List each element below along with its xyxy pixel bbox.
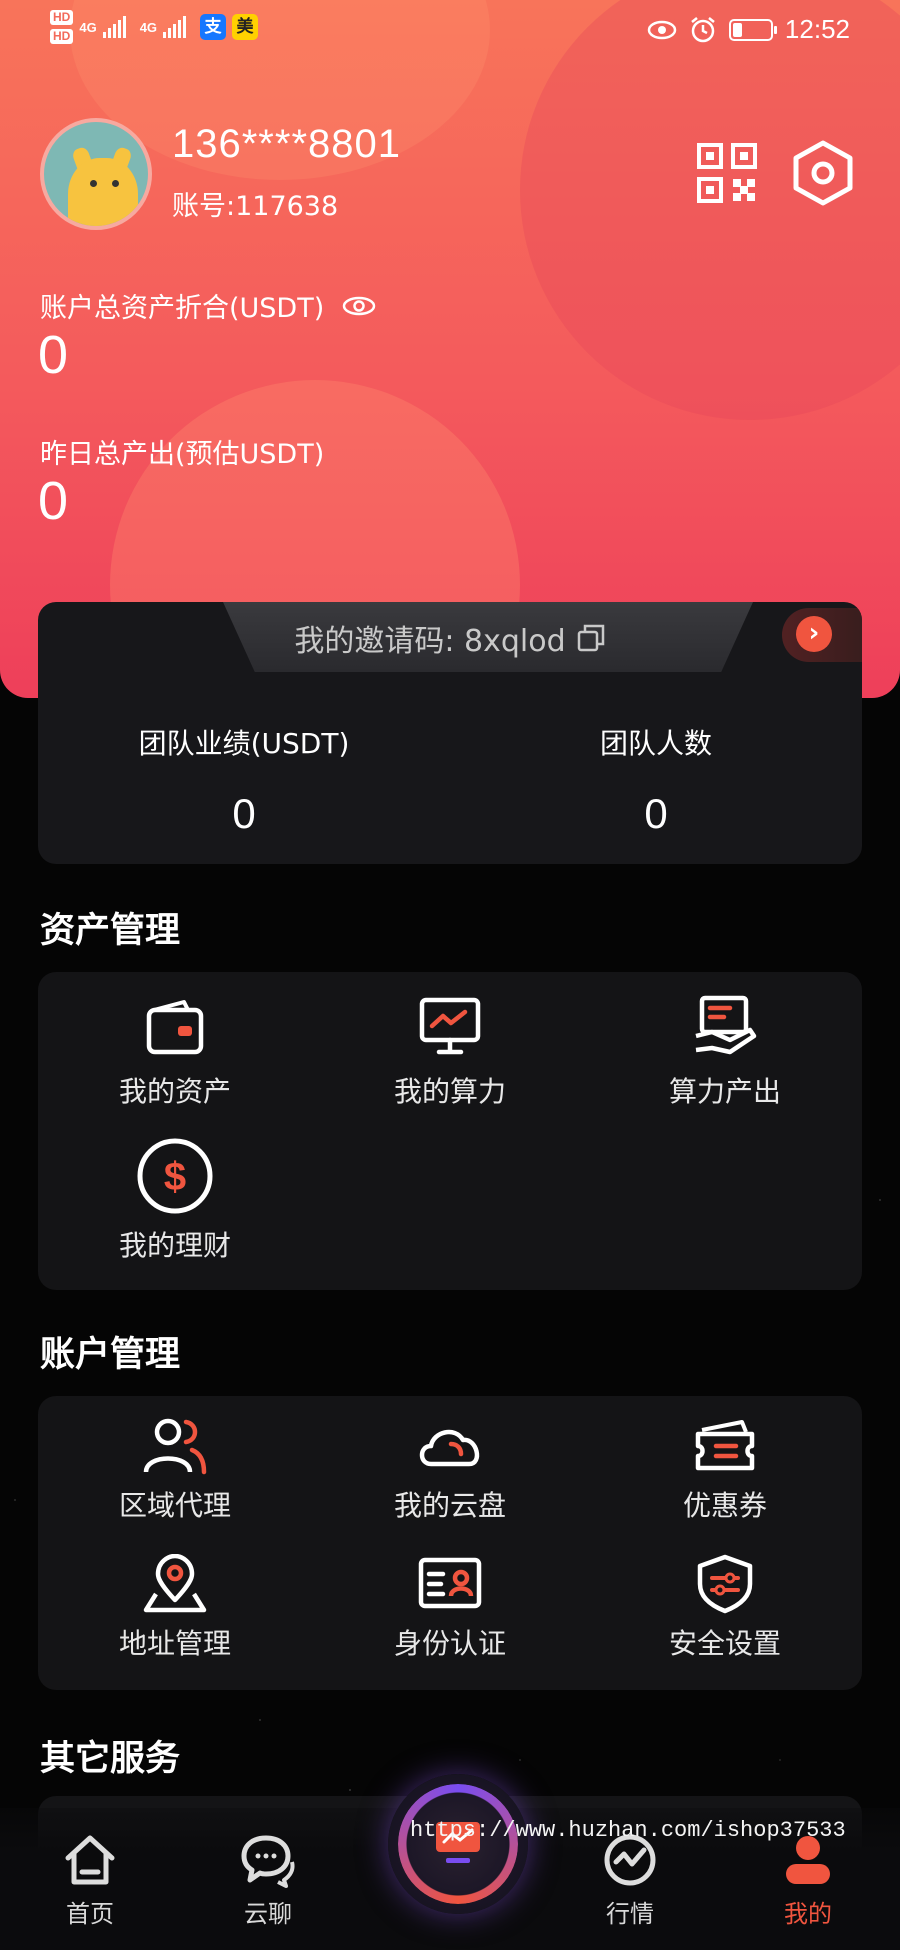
- nav-home-label: 首页: [66, 1900, 114, 1928]
- meituan-icon: 美: [232, 14, 259, 40]
- id-card-icon: [418, 1557, 482, 1609]
- my-hashrate-label: 我的算力: [393, 1075, 506, 1108]
- nav-home[interactable]: 首页: [30, 1832, 150, 1929]
- chat-icon: [241, 1835, 295, 1888]
- nav-chat-label: 云聊: [244, 1900, 292, 1928]
- regional-agent-label: 区域代理: [118, 1489, 231, 1522]
- yesterday-output-label: 昨日总产出(预估USDT): [40, 439, 325, 470]
- alarm-icon: [691, 16, 715, 42]
- my-cloud-drive-item[interactable]: 我的云盘: [313, 1416, 587, 1524]
- shield-icon: [697, 1554, 753, 1614]
- monitor-chart-icon: [419, 997, 481, 1055]
- nav-profile-label: 我的: [784, 1900, 832, 1928]
- wallet-icon: [146, 1000, 204, 1055]
- eye-icon: [647, 20, 677, 39]
- identity-verification-label: 身份认证: [393, 1627, 506, 1660]
- total-assets-label-row: 账户总资产折合(USDT): [40, 286, 376, 325]
- other-services-title: 其它服务: [40, 1739, 181, 1779]
- my-finance-label: 我的理财: [118, 1229, 231, 1262]
- my-hashrate-item[interactable]: 我的算力: [313, 992, 587, 1110]
- my-cloud-drive-label: 我的云盘: [393, 1489, 506, 1522]
- hd-badge: HD: [50, 10, 74, 25]
- my-assets-label: 我的资产: [118, 1075, 231, 1108]
- battery-icon: [728, 18, 777, 41]
- users-icon: [143, 1418, 207, 1475]
- network-type: 4G: [139, 19, 158, 35]
- signal-icon: [102, 16, 126, 38]
- nav-market-label: 行情: [606, 1900, 654, 1928]
- invite-arrow-button[interactable]: ›: [782, 608, 862, 662]
- identity-verification-item[interactable]: 身份认证: [313, 1554, 587, 1662]
- status-bar: HD HD 4G 4G 支 美 12:52: [0, 0, 900, 66]
- qr-code-icon[interactable]: [697, 143, 757, 203]
- security-settings-item[interactable]: 安全设置: [588, 1554, 862, 1662]
- yesterday-output-value: 0: [38, 471, 69, 531]
- my-assets-item[interactable]: 我的资产: [38, 992, 312, 1110]
- team-performance: 团队业绩(USDT) 0: [38, 722, 450, 838]
- copy-icon[interactable]: [576, 623, 606, 653]
- coupon-label: 优惠券: [682, 1489, 767, 1522]
- hashrate-output-label: 算力产出: [668, 1075, 781, 1108]
- chevron-right-icon: ›: [796, 616, 832, 652]
- nav-chat[interactable]: 云聊: [208, 1832, 328, 1929]
- team-members: 团队人数 0: [450, 722, 862, 838]
- coupon-icon: [695, 1420, 755, 1471]
- network-type: 4G: [79, 19, 97, 35]
- hashrate-output-item[interactable]: 算力产出: [588, 992, 862, 1110]
- invite-code-row[interactable]: 我的邀请码: 8xqlod: [38, 616, 862, 660]
- home-icon: [65, 1835, 115, 1885]
- total-assets-label: 账户总资产折合(USDT): [40, 293, 325, 324]
- nav-center-button[interactable]: [388, 1774, 528, 1914]
- dollar-circle-icon: $: [137, 1138, 213, 1214]
- account-management-title: 账户管理: [40, 1335, 181, 1375]
- signal-icon: [163, 16, 187, 38]
- security-settings-label: 安全设置: [668, 1627, 781, 1660]
- profile-header: [0, 0, 900, 698]
- alipay-icon: 支: [200, 14, 227, 40]
- nav-market[interactable]: 行情: [570, 1832, 690, 1929]
- asset-management-card: 我的资产 我的算力 算力产出 $ 我的理财: [38, 972, 862, 1290]
- account-id: 账号:117638: [172, 191, 339, 222]
- team-members-value: 0: [644, 790, 668, 837]
- phone-number: 136****8801: [172, 122, 401, 166]
- cloud-icon: [419, 1429, 480, 1467]
- regional-agent-item[interactable]: 区域代理: [38, 1416, 312, 1524]
- address-management-label: 地址管理: [118, 1627, 231, 1660]
- location-pin-icon: [143, 1554, 207, 1613]
- team-performance-label: 团队业绩(USDT): [138, 727, 350, 760]
- clock: 12:52: [784, 14, 850, 44]
- total-assets-value: 0: [38, 325, 69, 385]
- settings-icon[interactable]: [792, 140, 854, 206]
- team-members-label: 团队人数: [599, 727, 712, 760]
- nav-profile[interactable]: 我的: [748, 1832, 868, 1929]
- coupon-item[interactable]: 优惠券: [588, 1416, 862, 1524]
- account-management-card: 区域代理 我的云盘 优惠券 地址管理 身份认证 安全设置: [38, 1396, 862, 1690]
- watermark: https://www.huzhan.com/ishop37533: [410, 1818, 846, 1843]
- avatar[interactable]: [40, 118, 152, 230]
- hd-badge: HD: [50, 29, 74, 44]
- invite-code-text: 我的邀请码: 8xqlod: [294, 624, 566, 659]
- team-card: 我的邀请码: 8xqlod › 团队业绩(USDT) 0 团队人数 0: [38, 602, 862, 864]
- svg-text:$: $: [164, 1155, 186, 1199]
- asset-management-title: 资产管理: [40, 911, 181, 951]
- hand-receipt-icon: [695, 995, 757, 1055]
- team-performance-value: 0: [232, 790, 256, 837]
- my-finance-item[interactable]: $ 我的理财: [38, 1136, 312, 1264]
- visibility-eye-icon[interactable]: [342, 295, 376, 317]
- address-management-item[interactable]: 地址管理: [38, 1554, 312, 1662]
